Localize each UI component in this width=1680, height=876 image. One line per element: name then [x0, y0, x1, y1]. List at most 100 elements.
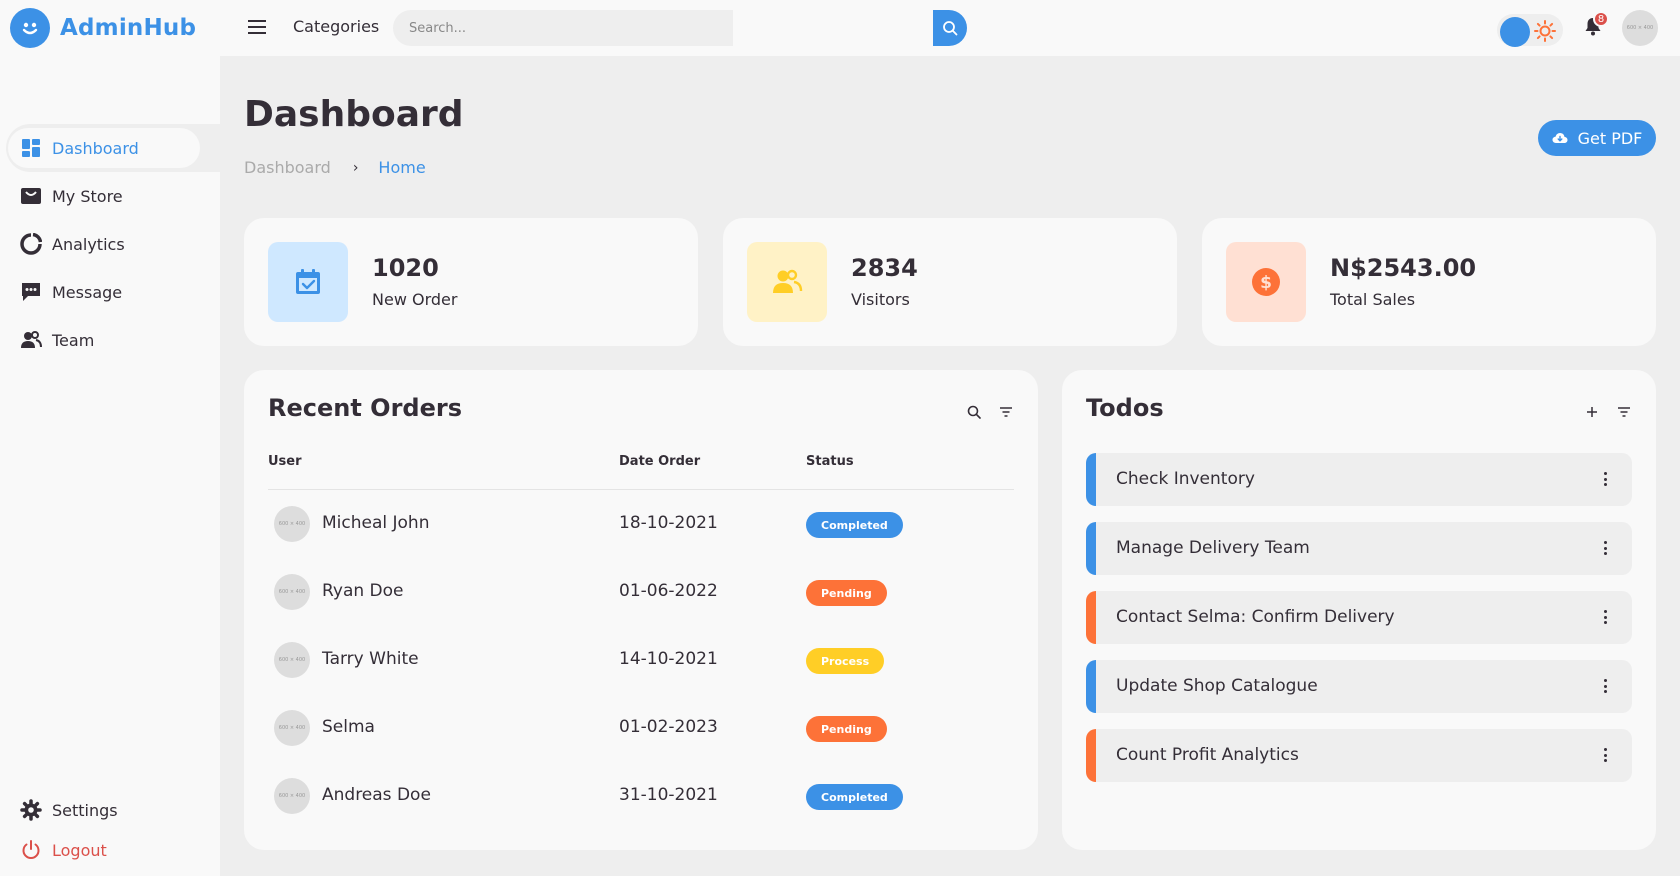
filter-icon[interactable] [1614, 402, 1634, 422]
team-icon [20, 329, 42, 351]
table-row[interactable]: 600 × 400 Andreas Doe 31-10-2021 Complet… [268, 762, 1014, 830]
power-icon [20, 839, 42, 861]
stat-card-total-sales: $ N$2543.00 Total Sales [1202, 218, 1656, 346]
column-header-user: User [268, 454, 302, 469]
more-vertical-icon[interactable] [1602, 538, 1608, 558]
todo-status-bar [1086, 591, 1096, 644]
column-header-status: Status [806, 454, 854, 469]
notification-badge: 8 [1593, 11, 1609, 27]
table-row[interactable]: 600 × 400 Selma 01-02-2023 Pending [268, 694, 1014, 762]
todo-item[interactable]: Manage Delivery Team [1086, 522, 1632, 575]
user-name: Micheal John [322, 513, 430, 533]
more-vertical-icon[interactable] [1602, 469, 1608, 489]
status-badge: Pending [806, 716, 887, 742]
stat-card-new-order: 1020 New Order [244, 218, 698, 346]
todo-status-bar [1086, 660, 1096, 713]
sidebar-item-my-store[interactable]: My Store [6, 172, 220, 220]
todos-title: Todos [1086, 394, 1164, 422]
todo-text: Check Inventory [1116, 469, 1255, 489]
sidebar-item-label: Logout [52, 840, 107, 860]
table-header: User Date Order Status [268, 454, 1014, 490]
switch-knob [1500, 17, 1530, 47]
avatar: 600 × 400 [274, 710, 310, 746]
sidebar-item-logout[interactable]: Logout [6, 830, 220, 870]
todo-item[interactable]: Contact Selma: Confirm Delivery [1086, 591, 1632, 644]
table-row[interactable]: 600 × 400 Ryan Doe 01-06-2022 Pending [268, 558, 1014, 626]
status-badge: Pending [806, 580, 887, 606]
svg-text:$: $ [1260, 273, 1272, 293]
order-date: 18-10-2021 [619, 513, 718, 533]
todos-card: Todos Check Inventory Manage Delivery Te… [1062, 370, 1656, 850]
todo-item[interactable]: Count Profit Analytics [1086, 729, 1632, 782]
sidebar-item-analytics[interactable]: Analytics [6, 220, 220, 268]
cloud-download-icon [1552, 133, 1568, 143]
dollar-circle-icon: $ [1226, 242, 1306, 322]
todo-status-bar [1086, 522, 1096, 575]
sidebar-item-label: My Store [52, 186, 123, 206]
search-icon [943, 21, 958, 36]
message-icon [20, 281, 42, 303]
user-name: Tarry White [322, 649, 419, 669]
search-input[interactable] [393, 10, 733, 46]
sidebar-item-settings[interactable]: Settings [6, 790, 220, 830]
page-title: Dashboard [244, 94, 464, 135]
order-date: 01-02-2023 [619, 717, 718, 737]
user-name: Selma [322, 717, 375, 737]
recent-orders-title: Recent Orders [268, 394, 462, 422]
dashboard-icon [20, 137, 42, 159]
avatar[interactable]: 600 × 400 [1622, 10, 1658, 46]
table-row[interactable]: 600 × 400 Micheal John 18-10-2021 Comple… [268, 490, 1014, 558]
sidebar-item-team[interactable]: Team [6, 316, 220, 364]
todo-status-bar [1086, 453, 1096, 506]
stat-label: New Order [372, 290, 458, 309]
more-vertical-icon[interactable] [1602, 676, 1608, 696]
recent-orders-card: Recent Orders User Date Order Status 600… [244, 370, 1038, 850]
todo-text: Update Shop Catalogue [1116, 676, 1318, 696]
sidebar: AdminHub Dashboard My Store Analytics Me… [0, 0, 220, 876]
avatar: 600 × 400 [274, 506, 310, 542]
stat-label: Total Sales [1330, 290, 1416, 309]
user-name: Ryan Doe [322, 581, 404, 601]
plus-icon[interactable] [1582, 402, 1602, 422]
search-icon[interactable] [964, 402, 984, 422]
sidebar-item-dashboard[interactable]: Dashboard [6, 124, 220, 172]
sun-icon [1533, 19, 1557, 43]
todo-text: Count Profit Analytics [1116, 745, 1299, 765]
column-header-date: Date Order [619, 454, 701, 469]
breadcrumb-item[interactable]: Dashboard [244, 158, 331, 177]
avatar: 600 × 400 [274, 642, 310, 678]
order-date: 31-10-2021 [619, 785, 718, 805]
todo-item[interactable]: Update Shop Catalogue [1086, 660, 1632, 713]
sidebar-item-message[interactable]: Message [6, 268, 220, 316]
navbar: Categories 8 600 × 400 [220, 0, 1680, 56]
avatar: 600 × 400 [274, 778, 310, 814]
search-form [393, 10, 967, 46]
theme-switch[interactable] [1497, 14, 1563, 47]
sidebar-item-label: Team [52, 330, 95, 350]
store-icon [20, 185, 42, 207]
breadcrumb: Dashboard › Home [244, 158, 426, 177]
categories-link[interactable]: Categories [293, 17, 379, 36]
order-date: 01-06-2022 [619, 581, 718, 601]
brand-name: AdminHub [60, 15, 197, 41]
more-vertical-icon[interactable] [1602, 607, 1608, 627]
search-button[interactable] [933, 10, 967, 46]
avatar: 600 × 400 [274, 574, 310, 610]
smile-icon [10, 8, 50, 48]
get-pdf-label: Get PDF [1577, 128, 1643, 148]
sidebar-item-label: Message [52, 282, 123, 302]
todo-item[interactable]: Check Inventory [1086, 453, 1632, 506]
filter-icon[interactable] [996, 402, 1016, 422]
side-menu: Dashboard My Store Analytics Message Tea… [6, 124, 220, 364]
user-name: Andreas Doe [322, 785, 431, 805]
status-badge: Completed [806, 784, 903, 810]
get-pdf-button[interactable]: Get PDF [1538, 120, 1656, 156]
breadcrumb-item-active[interactable]: Home [378, 158, 425, 177]
calendar-check-icon [268, 242, 348, 322]
more-vertical-icon[interactable] [1602, 745, 1608, 765]
table-row[interactable]: 600 × 400 Tarry White 14-10-2021 Process [268, 626, 1014, 694]
brand[interactable]: AdminHub [10, 8, 196, 48]
menu-icon[interactable] [245, 16, 269, 38]
side-menu-bottom: Settings Logout [6, 790, 220, 870]
order-date: 14-10-2021 [619, 649, 718, 669]
